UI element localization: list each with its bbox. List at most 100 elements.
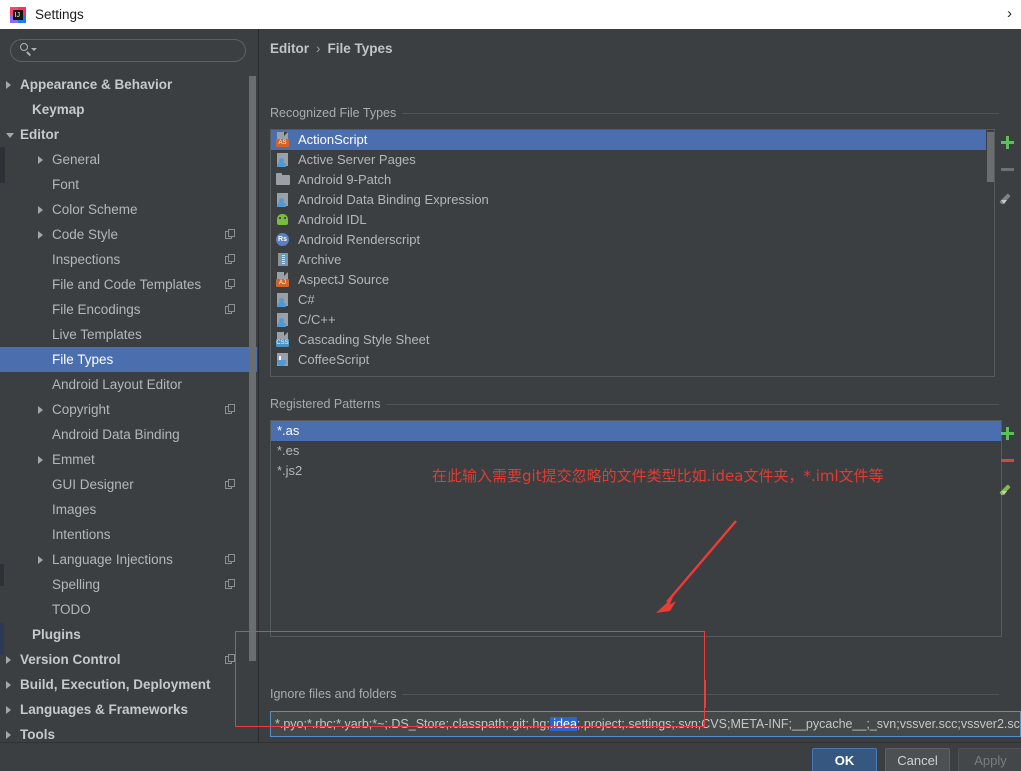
apply-button[interactable]: Apply — [958, 748, 1021, 771]
add-file-type-button[interactable] — [995, 129, 1020, 156]
ok-button[interactable]: OK — [812, 748, 877, 771]
sidebar-item-label: Android Data Binding — [52, 427, 180, 442]
sidebar-item-tools[interactable]: Tools — [0, 722, 257, 742]
sidebar-item-code-style[interactable]: Code Style — [0, 222, 257, 247]
sidebar-item-file-types[interactable]: File Types — [0, 347, 257, 372]
window-titlebar: IJ Settings › — [0, 0, 1021, 29]
sidebar-item-inspections[interactable]: Inspections — [0, 247, 257, 272]
recognized-file-types-label: Recognized File Types — [270, 106, 403, 120]
chevron-right-icon[interactable] — [38, 156, 43, 164]
sidebar-item-live-templates[interactable]: Live Templates — [0, 322, 257, 347]
cpp-file-icon — [275, 312, 291, 328]
sidebar-item-spelling[interactable]: Spelling — [0, 572, 257, 597]
recognized-list-scrollbar-thumb[interactable] — [987, 132, 994, 182]
sidebar-item-label: General — [52, 152, 101, 167]
aspectj-file-icon: AJ — [275, 272, 291, 288]
chevron-right-icon[interactable]: › — [1007, 4, 1012, 24]
sidebar-item-plugins[interactable]: Plugins — [0, 622, 257, 647]
search-input[interactable] — [10, 39, 246, 62]
chevron-right-icon[interactable] — [38, 231, 43, 239]
sidebar-item-appearance-behavior[interactable]: Appearance & Behavior — [0, 72, 257, 97]
sidebar-item-keymap[interactable]: Keymap — [0, 97, 257, 122]
file-type-row[interactable]: AS ActionScript — [271, 130, 987, 150]
sidebar-scrollbar[interactable] — [249, 76, 256, 717]
remove-file-type-button[interactable] — [995, 156, 1020, 183]
chevron-right-icon[interactable] — [38, 556, 43, 564]
sidebar-item-label: Tools — [20, 727, 55, 742]
sidebar-item-editor[interactable]: Editor — [0, 122, 257, 147]
copy-settings-icon[interactable] — [225, 554, 236, 565]
file-type-row[interactable]: AJ AspectJ Source — [271, 270, 987, 290]
copy-settings-icon[interactable] — [225, 304, 236, 315]
sidebar-item-copyright[interactable]: Copyright — [0, 397, 257, 422]
pattern-row[interactable]: *.es — [271, 441, 1001, 461]
sidebar-item-gui-designer[interactable]: GUI Designer — [0, 472, 257, 497]
settings-dialog: IJ Settings › Appearance & Behavior Keyma… — [0, 0, 1021, 771]
chevron-right-icon[interactable] — [38, 406, 43, 414]
copy-settings-icon[interactable] — [225, 279, 236, 290]
breadcrumb-parent[interactable]: Editor — [270, 41, 309, 56]
sidebar-item-font[interactable]: Font — [0, 172, 257, 197]
sidebar-item-emmet[interactable]: Emmet — [0, 447, 257, 472]
settings-tree[interactable]: Appearance & Behavior Keymap Editor General… — [0, 72, 257, 742]
ninepatch-file-icon — [275, 172, 291, 188]
file-type-row[interactable]: CoffeeScript — [271, 350, 987, 370]
edit-file-type-button[interactable] — [995, 183, 1020, 210]
file-type-row[interactable]: C# — [271, 290, 987, 310]
chevron-right-icon[interactable] — [6, 81, 11, 89]
chevron-right-icon[interactable] — [6, 681, 11, 689]
remove-pattern-button[interactable] — [995, 447, 1020, 474]
file-type-row[interactable]: Active Server Pages — [271, 150, 987, 170]
registered-patterns-list[interactable]: *.as *.es *.js2 — [270, 420, 1002, 637]
cancel-button[interactable]: Cancel — [885, 748, 950, 771]
sidebar-item-color-scheme[interactable]: Color Scheme — [0, 197, 257, 222]
sidebar-item-file-encodings[interactable]: File Encodings — [0, 297, 257, 322]
renderscript-icon: Rs — [275, 232, 291, 248]
copy-settings-icon[interactable] — [225, 404, 236, 415]
chevron-right-icon[interactable] — [6, 656, 11, 664]
sidebar-item-file-and-code-templates[interactable]: File and Code Templates — [0, 272, 257, 297]
sidebar-item-todo[interactable]: TODO — [0, 597, 257, 622]
file-type-row[interactable]: Android IDL — [271, 210, 987, 230]
copy-settings-icon[interactable] — [225, 579, 236, 590]
chevron-down-icon[interactable] — [6, 133, 14, 138]
coffeescript-file-icon — [275, 352, 291, 368]
sidebar-item-label: Live Templates — [52, 327, 142, 342]
copy-settings-icon[interactable] — [225, 479, 236, 490]
add-pattern-button[interactable] — [995, 420, 1020, 447]
databinding-file-icon — [275, 192, 291, 208]
chevron-right-icon[interactable] — [6, 731, 11, 739]
sidebar-item-android-data-binding[interactable]: Android Data Binding — [0, 422, 257, 447]
file-type-row[interactable]: Rs Android Renderscript — [271, 230, 987, 250]
file-type-row[interactable]: Android 9-Patch — [271, 170, 987, 190]
sidebar-item-intentions[interactable]: Intentions — [0, 522, 257, 547]
android-icon — [275, 212, 291, 228]
sidebar-item-build-execution-deployment[interactable]: Build, Execution, Deployment — [0, 672, 257, 697]
file-type-row[interactable]: Android Data Binding Expression — [271, 190, 987, 210]
sidebar-item-general[interactable]: General — [0, 147, 257, 172]
copy-settings-icon[interactable] — [225, 229, 236, 240]
file-type-row[interactable]: Archive — [271, 250, 987, 270]
sidebar-item-label: TODO — [52, 602, 91, 617]
chevron-right-icon[interactable] — [38, 206, 43, 214]
copy-settings-icon[interactable] — [225, 254, 236, 265]
sidebar-scrollbar-thumb[interactable] — [249, 76, 256, 661]
sidebar-item-language-injections[interactable]: Language Injections — [0, 547, 257, 572]
sidebar-item-languages-frameworks[interactable]: Languages & Frameworks — [0, 697, 257, 722]
chevron-right-icon[interactable] — [38, 456, 43, 464]
sidebar-item-label: File and Code Templates — [52, 277, 202, 292]
sidebar-item-label: File Encodings — [52, 302, 141, 317]
sidebar-item-android-layout-editor[interactable]: Android Layout Editor — [0, 372, 257, 397]
pattern-row[interactable]: *.as — [271, 421, 1001, 441]
edit-pattern-button[interactable] — [995, 474, 1020, 501]
sidebar-item-version-control[interactable]: Version Control — [0, 647, 257, 672]
recognized-file-types-list[interactable]: AS ActionScript Active Server Pages Android… — [270, 129, 988, 377]
file-type-name: Android 9-Patch — [298, 172, 392, 187]
chevron-right-icon[interactable] — [6, 706, 11, 714]
sidebar-item-images[interactable]: Images — [0, 497, 257, 522]
file-type-row[interactable]: CSS Cascading Style Sheet — [271, 330, 987, 350]
recognized-list-scrollbar[interactable] — [986, 129, 995, 377]
settings-search[interactable] — [10, 39, 246, 62]
file-type-row[interactable]: C/C++ — [271, 310, 987, 330]
sidebar-item-label: Language Injections — [52, 552, 173, 567]
